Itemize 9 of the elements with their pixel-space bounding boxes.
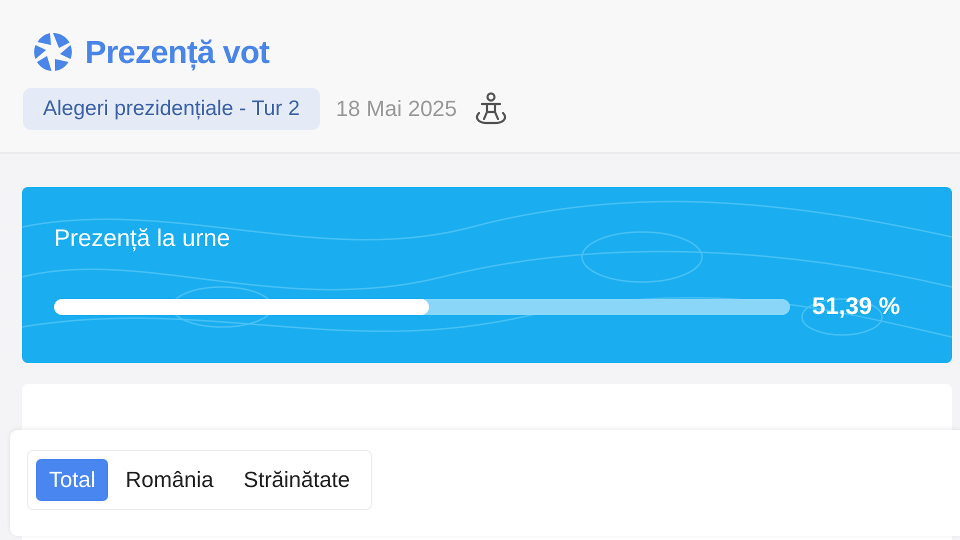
turnout-percentage: 51,39 %: [812, 293, 900, 321]
region-tab[interactable]: Străinătate: [230, 459, 363, 501]
app-title: Prezență vot: [85, 34, 270, 70]
logo-icon: [33, 32, 73, 72]
region-tab[interactable]: Total: [36, 459, 108, 501]
region-tab[interactable]: România: [112, 459, 227, 501]
election-date: 18 Mai 2025: [336, 96, 457, 122]
election-tag: Alegeri prezidențiale - Tur 2: [23, 88, 320, 130]
turnout-title: Prezență la urne: [54, 225, 232, 253]
